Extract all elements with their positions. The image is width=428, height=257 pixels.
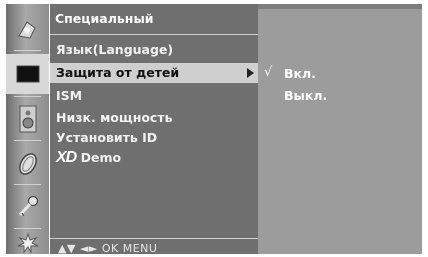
speaker-icon [19, 105, 36, 133]
child-lock-submenu: √ Вкл. Выкл. [258, 4, 422, 254]
screen-icon [16, 65, 39, 83]
category-icon-bar [6, 4, 49, 254]
option-off[interactable]: Выкл. [258, 86, 422, 106]
menu-title: Специальный [55, 11, 154, 26]
menu-item-label: Низк. мощность [56, 110, 173, 125]
icon-divider [14, 96, 41, 97]
menu-item-label: Установить ID [56, 130, 158, 145]
xd-logo: XD [56, 149, 77, 166]
menu-item-ism[interactable]: ISM [50, 86, 258, 106]
category-time[interactable] [6, 144, 49, 184]
category-option[interactable] [6, 230, 49, 256]
menu-item-language[interactable]: Язык(Language) [50, 40, 258, 60]
menu-item-child-lock[interactable]: Защита от детей [50, 63, 258, 83]
option-label: Вкл. [284, 66, 316, 81]
category-screen[interactable] [6, 54, 49, 94]
option-label: Выкл. [284, 88, 328, 103]
submenu-arrow-icon [247, 68, 254, 78]
category-lock[interactable] [6, 187, 49, 227]
category-sound[interactable] [6, 99, 49, 139]
menu-item-label: Demo [80, 150, 122, 165]
title-divider [50, 34, 258, 35]
icon-divider [14, 140, 41, 141]
menu-item-xd-demo[interactable]: XD Demo [50, 147, 258, 167]
picture-icon [17, 21, 36, 39]
settings-icon [17, 232, 38, 254]
menu-item-low-power[interactable]: Низк. мощность [50, 108, 258, 128]
special-menu-panel: Специальный Язык(Language) Защита от дет… [50, 4, 258, 255]
menu-item-label: Язык(Language) [56, 42, 174, 57]
icon-divider [14, 228, 41, 229]
icon-divider [14, 50, 41, 51]
menu-item-label-group: XD Demo [56, 149, 121, 167]
clock-icon [18, 153, 37, 175]
option-on[interactable]: √ Вкл. [258, 64, 422, 84]
icon-divider [14, 184, 41, 185]
category-picture[interactable] [6, 10, 49, 50]
menu-item-label: Защита от детей [56, 65, 180, 80]
tv-osd-screen: Специальный Язык(Language) Защита от дет… [0, 0, 428, 257]
navigation-hint: ▲▼ ◄► OK MENU [58, 242, 158, 255]
key-icon [18, 195, 38, 217]
menu-item-label: ISM [56, 88, 83, 103]
check-mark-icon: √ [264, 65, 273, 80]
footer-divider [50, 238, 258, 239]
menu-item-set-id[interactable]: Установить ID [50, 128, 258, 148]
